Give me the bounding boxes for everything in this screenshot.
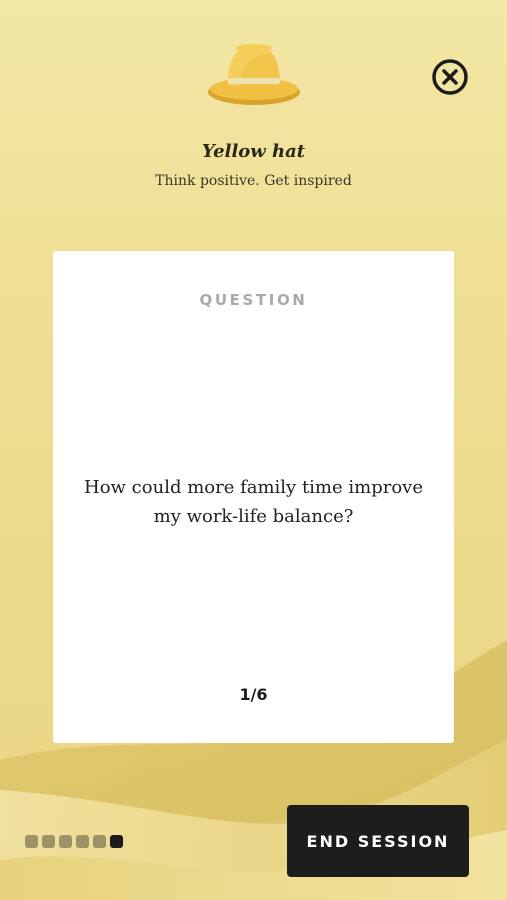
progress-dot [42, 835, 55, 848]
question-text: How could more family time improve my wo… [84, 477, 423, 527]
progress-dot [59, 835, 72, 848]
progress-indicator [25, 835, 123, 849]
progress-dot [25, 835, 38, 848]
question-card: QUESTION How could more family time impr… [53, 251, 454, 743]
close-button[interactable] [431, 58, 469, 96]
app-screen: Yellow hat Think positive. Get inspired … [0, 0, 507, 900]
question-label: QUESTION [199, 291, 308, 309]
yellow-hat-icon [208, 44, 300, 105]
question-counter: 1/6 [239, 685, 268, 704]
close-icon [432, 59, 468, 95]
progress-dot-active [110, 835, 123, 848]
progress-dot [76, 835, 89, 848]
hat-title: Yellow hat [201, 141, 306, 162]
end-session-button[interactable]: END SESSION [287, 805, 469, 877]
hat-subtitle: Think positive. Get inspired [155, 173, 352, 189]
progress-dot [93, 835, 106, 848]
